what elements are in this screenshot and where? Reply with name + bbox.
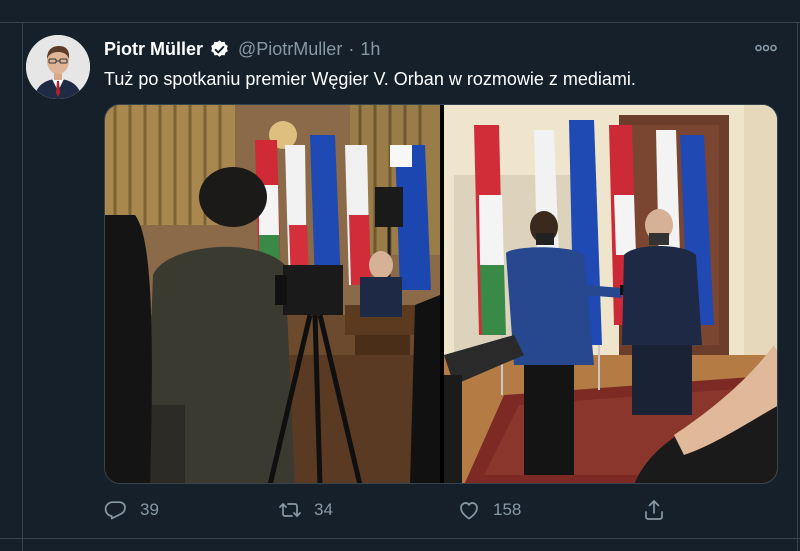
media-photo-left[interactable]	[105, 105, 440, 483]
divider	[0, 22, 800, 23]
media-grid	[104, 104, 778, 484]
divider	[22, 22, 23, 551]
retweet-count: 34	[314, 500, 333, 519]
reply-icon	[104, 501, 126, 520]
like-button[interactable]: 158	[457, 496, 521, 524]
retweet-icon	[279, 503, 301, 517]
tweet-header: Piotr Müller @PiotrMuller · 1h	[104, 36, 380, 62]
reply-count: 39	[140, 500, 159, 519]
avatar[interactable]	[26, 35, 90, 99]
tweet-card: Piotr Müller @PiotrMuller · 1h Tuż po sp…	[0, 0, 800, 551]
timestamp[interactable]: 1h	[360, 39, 380, 60]
like-count: 158	[493, 500, 522, 519]
retweet-button[interactable]: 34	[278, 496, 333, 524]
divider	[797, 22, 798, 551]
tweet-text: Tuż po spotkaniu premier Węgier V. Orban…	[104, 69, 636, 89]
share-button[interactable]	[642, 496, 678, 524]
separator-dot: ·	[348, 38, 355, 59]
tweet-actions: 39 34 158	[104, 496, 664, 524]
author-handle[interactable]: @PiotrMuller	[238, 39, 342, 60]
author-name[interactable]: Piotr Müller	[104, 39, 203, 60]
reply-button[interactable]: 39	[104, 496, 159, 524]
more-options-icon[interactable]	[754, 36, 778, 60]
divider	[0, 538, 800, 539]
verified-badge-icon	[209, 39, 230, 60]
share-icon	[645, 500, 663, 520]
heart-icon	[460, 502, 478, 520]
media-photo-right[interactable]	[444, 105, 777, 483]
